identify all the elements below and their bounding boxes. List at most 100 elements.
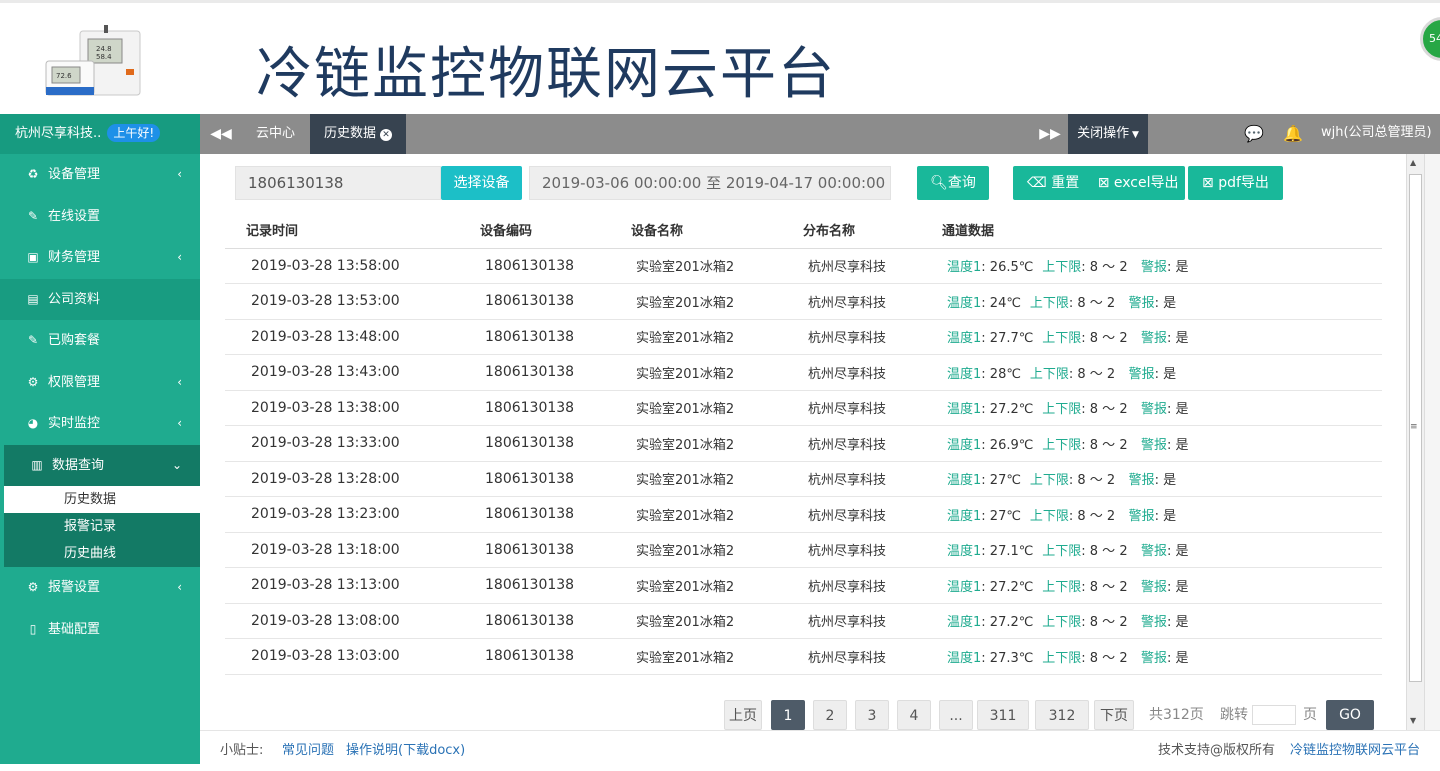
page-button[interactable]: 3 <box>855 700 889 730</box>
record-time-cell: 2019-03-28 13:13:00 <box>225 567 459 604</box>
record-time-cell: 2019-03-28 13:28:00 <box>225 461 459 497</box>
sidebar-item-label: 报警设置 <box>48 580 101 595</box>
sidebar-item-permissions[interactable]: ⚙ 权限管理 ‹ <box>0 362 200 404</box>
manual-download-link[interactable]: 操作说明(下载docx) <box>346 731 465 771</box>
sidebar-item-purchased-plans[interactable]: ✎ 已购套餐 <box>0 320 200 362</box>
tab-scroll-forward-icon[interactable]: ▶▶ <box>1032 114 1068 154</box>
device-name-cell: 实验室201冰箱2 <box>610 283 782 320</box>
scroll-down-icon[interactable]: ▼ <box>1410 716 1416 725</box>
tab-cloud-center[interactable]: 云中心 <box>242 114 309 154</box>
alarm-label: 警报 <box>1128 473 1155 489</box>
reset-button[interactable]: ⌫ 重置 <box>1027 175 1079 191</box>
bell-icon[interactable]: 🔔 <box>1283 114 1303 154</box>
faq-link[interactable]: 常见问题 <box>282 731 334 771</box>
device-name-cell: 实验室201冰箱2 <box>610 638 782 675</box>
recycle-icon: ♻ <box>27 167 39 181</box>
sidebar-item-alarm-settings[interactable]: ⚙ 报警设置 ‹ <box>0 567 200 609</box>
user-menu[interactable]: wjh(公司总管理员) <box>1321 114 1432 154</box>
device-name-cell: 实验室201冰箱2 <box>610 603 782 639</box>
sidebar-item-label: 公司资料 <box>48 291 101 307</box>
column-header: 记录时间 <box>225 212 459 249</box>
distribution-name-cell: 杭州尽享科技 <box>782 567 921 604</box>
status-badge[interactable]: 54 <box>1420 17 1440 61</box>
sidebar-item-realtime-monitor[interactable]: ◕ 实时监控 ‹ <box>0 403 200 445</box>
record-time-cell: 2019-03-28 13:08:00 <box>225 603 459 639</box>
query-button[interactable]: 🔍︎查询 <box>917 166 989 200</box>
temp-label: 温度1 <box>947 437 982 453</box>
table-header-row: 记录时间 设备编码 设备名称 分布名称 通道数据 <box>225 212 1382 249</box>
close-tab-icon[interactable]: ✕ <box>380 129 393 141</box>
colon: : <box>981 508 990 524</box>
sidebar-subitem-history-data[interactable]: 历史数据 <box>4 486 200 513</box>
range-label: 上下限 <box>1042 402 1082 418</box>
table-row: 2019-03-28 13:58:00 1806130138 实验室201冰箱2 杭州… <box>225 248 1382 284</box>
go-button[interactable]: GO <box>1326 700 1374 730</box>
page-scrollbar[interactable] <box>1424 154 1440 730</box>
page-button[interactable]: 1 <box>771 700 805 730</box>
page-button[interactable]: 4 <box>897 700 931 730</box>
sidebar-subitem-alarm-records[interactable]: 报警记录 <box>4 513 200 540</box>
alarm-label: 警报 <box>1140 650 1167 666</box>
alarm-value: 是 <box>1175 260 1189 276</box>
sidebar-item-company-info[interactable]: ▤ 公司资料 <box>0 278 200 320</box>
device-code-input[interactable]: 1806130138 <box>235 166 441 200</box>
temp-label: 温度1 <box>947 260 982 276</box>
range-label: 上下限 <box>1029 508 1069 524</box>
alarm-value: 是 <box>1163 508 1177 524</box>
pdf-export-button[interactable]: ⊠ pdf导出 <box>1188 166 1283 200</box>
alarm-value: 是 <box>1175 650 1189 666</box>
sidebar-item-online-settings[interactable]: ✎ 在线设置 <box>0 196 200 238</box>
device-name-cell: 实验室201冰箱2 <box>610 461 782 497</box>
colon: : <box>981 402 990 418</box>
temp-label: 温度1 <box>947 508 982 524</box>
platform-link[interactable]: 冷链监控物联网云平台 <box>1290 731 1420 771</box>
close-operations-dropdown[interactable]: 关闭操作 ▼ <box>1068 114 1148 154</box>
range-value: 8 ～ 2 <box>1089 544 1128 560</box>
colon: : <box>1081 615 1090 631</box>
temp-label: 温度1 <box>947 544 982 560</box>
temp-label: 温度1 <box>947 331 982 347</box>
excel-label: excel导出 <box>1113 175 1179 191</box>
alarm-label: 警报 <box>1140 402 1167 418</box>
tab-history-data[interactable]: 历史数据 ✕ <box>310 114 407 154</box>
chat-icon[interactable]: 💬 <box>1244 114 1264 154</box>
tab-scroll-back-icon[interactable]: ◀◀ <box>200 114 242 154</box>
colon: : <box>1154 473 1164 489</box>
sidebar-item-basic-config[interactable]: ▯ 基础配置 <box>0 609 200 651</box>
scroll-up-icon[interactable]: ▲ <box>1410 158 1416 167</box>
page-button[interactable]: 2 <box>813 700 847 730</box>
colon: : <box>981 331 990 347</box>
table-row: 2019-03-28 13:13:00 1806130138 实验室201冰箱2 杭州… <box>225 567 1382 604</box>
excel-file-icon: ⊠ <box>1097 175 1110 191</box>
table-row: 2019-03-28 13:23:00 1806130138 实验室201冰箱2 杭州… <box>225 496 1382 533</box>
sidebar-item-finance[interactable]: ▣ 财务管理 ‹ <box>0 237 200 279</box>
tip-label: 小贴士: <box>220 743 264 758</box>
distribution-name-cell: 杭州尽享科技 <box>782 532 921 568</box>
jump-page-input[interactable] <box>1252 705 1296 725</box>
device-code-cell: 1806130138 <box>459 461 610 497</box>
record-time-cell: 2019-03-28 13:18:00 <box>225 532 459 568</box>
colon: : <box>1081 402 1090 418</box>
choose-device-button[interactable]: 选择设备 <box>441 166 522 200</box>
column-header: 通道数据 <box>921 212 1382 249</box>
prev-page-button[interactable]: 上页 <box>724 700 762 730</box>
sidebar-item-label: 数据查询 <box>52 457 105 473</box>
sidebar-subitem-history-curve[interactable]: 历史曲线 <box>4 540 200 567</box>
pdf-file-icon: ⊠ <box>1202 175 1214 191</box>
alarm-value: 是 <box>1175 544 1189 560</box>
device-code-cell: 1806130138 <box>459 248 610 284</box>
page-button[interactable]: 311 <box>977 700 1029 730</box>
content-scrollbar[interactable]: ▲ ≡ ▼ <box>1406 154 1424 730</box>
table-row: 2019-03-28 13:33:00 1806130138 实验室201冰箱2 杭州… <box>225 425 1382 462</box>
sidebar-item-data-query[interactable]: ▥ 数据查询 ⌄ <box>4 444 200 486</box>
excel-export-button[interactable]: ⊠ excel导出 <box>1098 175 1179 191</box>
device-code-cell: 1806130138 <box>459 319 610 355</box>
table-row: 2019-03-28 13:53:00 1806130138 实验室201冰箱2 杭州… <box>225 283 1382 320</box>
sidebar-item-device-management[interactable]: ♻ 设备管理 ‹ <box>0 154 200 196</box>
chevron-down-icon: ⌄ <box>171 457 182 472</box>
date-range-input[interactable]: 2019-03-06 00:00:00 至 2019-04-17 00:00:0… <box>529 166 891 200</box>
device-name-cell: 实验室201冰箱2 <box>610 532 782 568</box>
next-page-button[interactable]: 下页 <box>1094 700 1134 730</box>
page-button[interactable]: 312 <box>1035 700 1089 730</box>
cogs-icon: ⚙ <box>27 374 39 389</box>
